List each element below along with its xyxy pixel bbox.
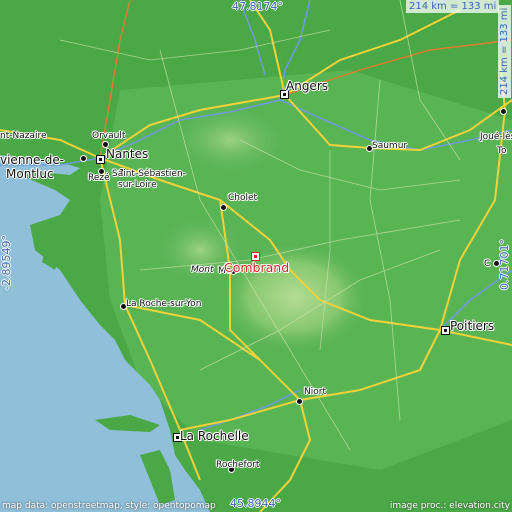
city-poitiers: Poitiers [450,319,495,333]
city-angers: Angers [286,79,328,93]
st-herblain-marker [80,155,87,162]
nantes-marker [96,155,105,164]
map[interactable]: Angers Nantes Orvault nt-Nazaire vienne-… [0,0,512,512]
coord-left-lon: -2.89549° [0,235,13,290]
joue-marker [500,108,507,115]
cholet-marker [220,204,227,211]
city-niort: Niort [304,387,326,397]
scale-top: 214 km = 133 mi [406,0,500,13]
city-tours-edge: To [497,146,507,156]
location-label[interactable]: Combrand [224,260,289,275]
city-nantes: Nantes [106,147,149,161]
city-mont: Mont [191,265,214,275]
city-orvault: Orvault [92,131,126,141]
city-reze: Rezé [88,173,110,183]
city-saumur: Saumur [372,141,408,151]
city-la-roche: La Roche-sur-Yon [126,299,202,309]
credit-left: map data: openstreetmap, style: opentopo… [2,501,216,511]
scale-right: 214 km = 133 mi [498,4,511,98]
city-la-rochelle: La Rochelle [180,429,249,443]
niort-marker [296,398,303,405]
coord-bottom-lat: 45.8944° [230,497,281,510]
city-rochefort: Rochefort [216,460,260,470]
city-saint-nazaire: nt-Nazaire [0,131,47,141]
city-chatellerault-edge: C [484,259,491,269]
city-cholet: Cholet [228,193,258,203]
city-montluc: Montluc [6,167,54,181]
coord-right-lon: 0.71701° [498,239,511,290]
city-joue: Joué-lès- [480,132,512,142]
city-vienne-de: vienne-de- [0,153,65,167]
poitiers-marker [441,326,450,335]
credit-right: image proc.: elevation.city [389,501,510,511]
city-st-sebastien-2: sur-Loire [118,180,157,190]
coord-top-lat: 47.8174° [232,0,283,13]
